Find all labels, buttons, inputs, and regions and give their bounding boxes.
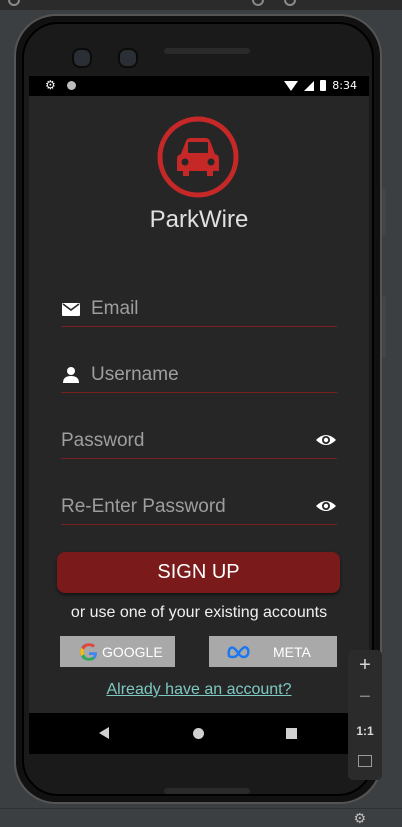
google-signin-button[interactable]: GOOGLE: [60, 636, 175, 667]
eye-icon[interactable]: [315, 498, 337, 514]
signal-icon: [304, 80, 315, 91]
zoom-in-button[interactable]: +: [348, 654, 382, 677]
meta-signin-button[interactable]: META: [209, 636, 337, 667]
status-bar: ⚙ 8:34: [29, 76, 369, 96]
back-icon[interactable]: [99, 727, 109, 739]
camera-icon: [118, 48, 138, 68]
alternative-signin-text: or use one of your existing accounts: [70, 604, 328, 621]
google-label: GOOGLE: [102, 643, 163, 660]
email-placeholder: Email: [91, 298, 139, 319]
emulator-zoom-panel: + − 1:1: [348, 650, 382, 780]
speaker-grille: [164, 48, 250, 54]
app-screen: ⚙ 8:34 ParkWire Email Username Password: [29, 76, 369, 754]
volume-button[interactable]: [382, 188, 386, 236]
meta-icon: [227, 645, 250, 658]
toolbar-icon[interactable]: [252, 0, 264, 6]
username-placeholder: Username: [91, 364, 179, 385]
app-title: ParkWire: [149, 206, 249, 233]
wifi-icon: [284, 80, 299, 91]
settings-icon: ⚙: [45, 78, 56, 92]
speaker-grille: [164, 788, 250, 794]
camera-icon: [72, 48, 92, 68]
password-placeholder: Password: [61, 430, 145, 451]
meta-label: META: [273, 643, 311, 660]
status-time: 8:34: [332, 79, 357, 92]
google-icon: [80, 642, 98, 661]
actual-size-button[interactable]: 1:1: [348, 724, 382, 738]
zoom-out-button[interactable]: −: [348, 686, 382, 709]
recent-apps-icon[interactable]: [286, 728, 297, 739]
signup-button[interactable]: SIGN UP: [57, 552, 340, 593]
emulator-bottom-bar: ⚙: [0, 808, 402, 827]
toolbar-icon[interactable]: [284, 0, 296, 6]
battery-icon: [320, 80, 327, 91]
home-icon[interactable]: [193, 728, 204, 739]
notification-dot-icon: [67, 81, 76, 90]
toolbar-icon[interactable]: [8, 0, 20, 6]
car-icon: [157, 116, 239, 198]
fit-screen-button[interactable]: [348, 754, 382, 772]
settings-icon[interactable]: ⚙: [353, 811, 366, 827]
reenter-password-field[interactable]: Re-Enter Password: [61, 490, 337, 525]
username-field[interactable]: Username: [61, 358, 337, 393]
email-field[interactable]: Email: [61, 292, 337, 327]
eye-icon[interactable]: [315, 432, 337, 448]
frame-icon: [358, 755, 372, 767]
mail-icon: [62, 303, 80, 316]
android-nav-bar: [29, 713, 369, 754]
password-field[interactable]: Password: [61, 424, 337, 459]
login-link[interactable]: Already have an account?: [29, 681, 369, 699]
reenter-password-placeholder: Re-Enter Password: [61, 496, 226, 517]
emulator-top-toolbar: [0, 0, 402, 10]
power-button[interactable]: [382, 296, 386, 358]
person-icon: [63, 367, 79, 383]
